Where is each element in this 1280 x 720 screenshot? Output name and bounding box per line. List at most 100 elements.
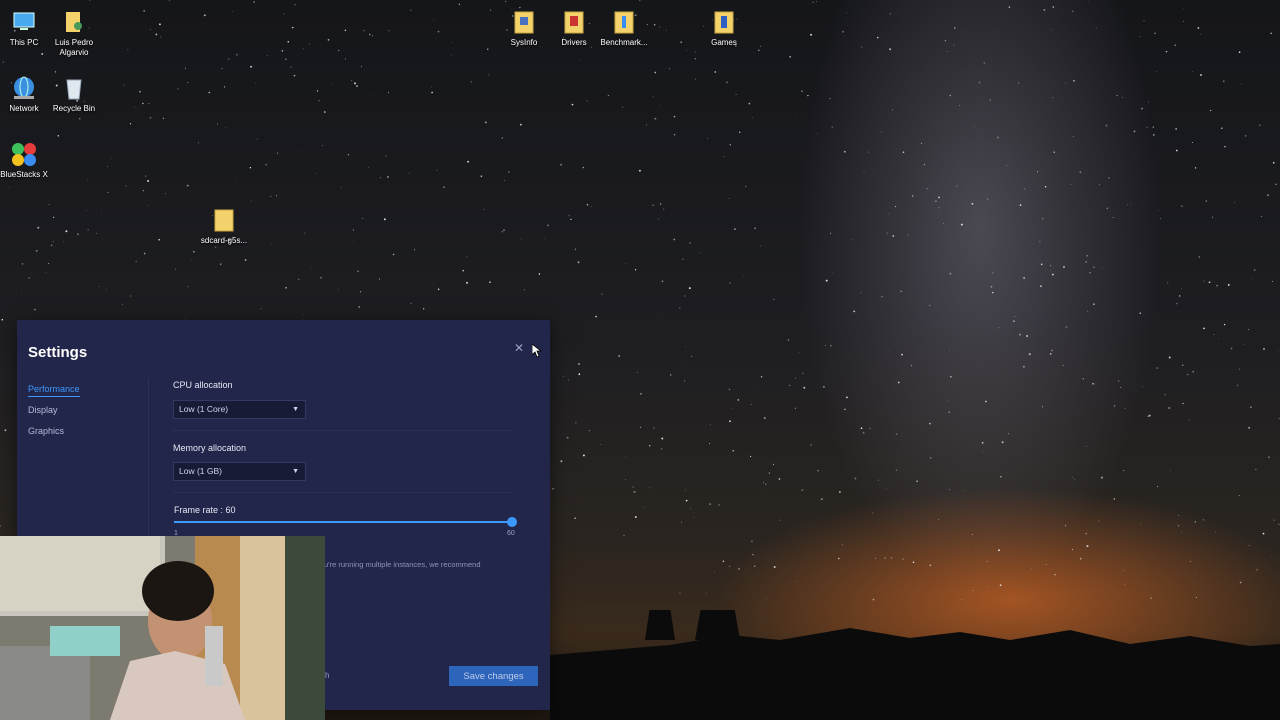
cpu-allocation-select[interactable]: Low (1 Core) ▼	[173, 400, 306, 419]
star	[886, 232, 888, 234]
star	[789, 384, 791, 386]
star	[1168, 407, 1171, 409]
desktop-icon-sdcard-folder[interactable]: sdcard-g5s...	[194, 206, 254, 246]
star	[654, 71, 657, 74]
frame-rate-slider-handle[interactable]	[507, 517, 517, 527]
star	[507, 171, 510, 174]
star	[935, 200, 937, 202]
star	[1253, 269, 1256, 271]
star	[1023, 365, 1025, 368]
desktop-icon-user-folder[interactable]: Luis Pedro Algarvio	[44, 8, 104, 58]
star	[838, 557, 840, 560]
nav-item-performance[interactable]: Performance	[28, 384, 80, 397]
star	[223, 86, 226, 88]
star	[872, 598, 875, 601]
star	[998, 549, 1000, 552]
webcam-overlay	[0, 536, 325, 720]
star	[578, 59, 580, 61]
star	[912, 561, 915, 564]
star	[1051, 29, 1052, 31]
star	[681, 521, 683, 523]
star	[148, 82, 150, 84]
star	[870, 594, 871, 595]
star	[1157, 210, 1159, 212]
star	[410, 9, 412, 12]
star	[287, 40, 290, 43]
star	[929, 305, 931, 306]
star	[751, 540, 753, 543]
star	[801, 90, 803, 92]
star	[98, 286, 100, 287]
star	[1152, 126, 1154, 128]
star	[225, 127, 226, 128]
close-icon[interactable]: ✕	[514, 342, 526, 354]
desktop-icon-benchmark[interactable]: Benchmark...	[594, 8, 654, 48]
star	[1154, 32, 1156, 35]
star	[217, 123, 218, 125]
star	[1050, 265, 1052, 267]
star	[1085, 261, 1087, 263]
star	[734, 228, 736, 230]
star	[760, 376, 763, 378]
desktop-icon-bluestacks[interactable]: BlueStacks X	[0, 140, 54, 180]
star	[954, 27, 956, 29]
star	[538, 273, 541, 275]
nav-item-display[interactable]: Display	[28, 405, 58, 415]
star	[1237, 384, 1239, 386]
star	[1123, 469, 1125, 472]
star	[693, 516, 695, 518]
star	[773, 298, 775, 300]
star	[1041, 218, 1044, 220]
star	[885, 488, 887, 490]
recycle-bin-icon	[66, 79, 82, 100]
star	[901, 558, 904, 561]
frame-rate-slider-track[interactable]	[174, 521, 513, 523]
star	[260, 308, 262, 310]
save-changes-button[interactable]: Save changes	[449, 666, 538, 686]
star	[1074, 479, 1075, 481]
star	[567, 379, 569, 381]
star	[1267, 194, 1269, 196]
star	[322, 145, 324, 147]
star	[1157, 486, 1158, 488]
star	[714, 71, 717, 73]
star	[943, 222, 945, 224]
star	[632, 486, 634, 488]
star	[985, 400, 987, 403]
star	[950, 376, 952, 378]
star	[320, 276, 322, 279]
star	[379, 278, 381, 280]
star	[661, 280, 664, 283]
star	[643, 506, 645, 508]
star	[749, 455, 752, 458]
star	[1256, 568, 1259, 571]
star	[983, 450, 985, 452]
star	[652, 96, 654, 98]
star	[1223, 80, 1225, 82]
desktop-icon-recycle-bin[interactable]: Recycle Bin	[44, 74, 104, 114]
star	[467, 160, 470, 163]
desktop-icon-games[interactable]: Games	[694, 8, 754, 48]
star	[354, 82, 356, 85]
star	[214, 246, 217, 248]
star	[838, 491, 841, 493]
star	[1026, 335, 1028, 337]
star	[1208, 281, 1211, 284]
star	[1227, 283, 1230, 286]
nav-item-graphics[interactable]: Graphics	[28, 426, 64, 436]
memory-allocation-select[interactable]: Low (1 GB) ▼	[173, 462, 306, 481]
star	[816, 1, 818, 3]
star	[772, 463, 775, 465]
star	[1139, 36, 1141, 37]
star	[169, 0, 171, 1]
star	[1198, 256, 1200, 258]
section-divider	[173, 430, 513, 431]
star	[731, 408, 732, 410]
star	[881, 131, 882, 133]
star	[863, 172, 865, 174]
star	[763, 482, 765, 483]
star	[139, 90, 142, 93]
section-divider	[173, 492, 513, 493]
star	[1195, 596, 1197, 599]
star	[1150, 597, 1153, 600]
